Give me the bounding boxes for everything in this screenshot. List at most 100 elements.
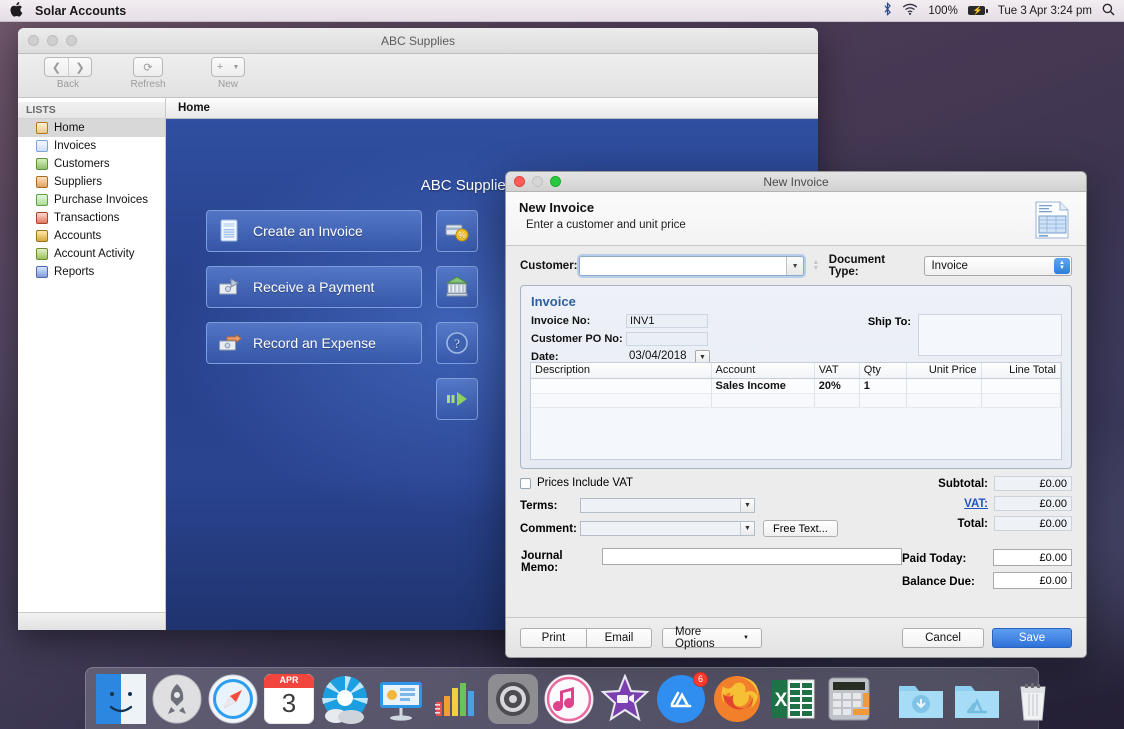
stepper-icon[interactable]: ▲ ▼ (810, 259, 822, 272)
checkbox-box[interactable] (520, 477, 531, 489)
finder-icon[interactable] (96, 673, 146, 724)
chevron-right-icon[interactable]: ❯ (68, 58, 91, 76)
balance-due-value: £0.00 (993, 572, 1072, 589)
imovie-icon[interactable] (600, 672, 650, 724)
print-button[interactable]: Print (520, 627, 586, 648)
apple-menu-icon[interactable] (0, 2, 35, 19)
tile-help[interactable]: ? (436, 322, 478, 364)
select-stepper-icon[interactable]: ▲ ▼ (1054, 258, 1070, 274)
cell-empty[interactable] (906, 393, 982, 408)
app-store-icon[interactable]: 6 (656, 671, 708, 724)
calculator-icon[interactable] (824, 674, 874, 724)
free-text-button[interactable]: Free Text... (763, 520, 838, 537)
launchpad-icon[interactable] (152, 674, 202, 724)
firefox-icon[interactable] (712, 674, 762, 724)
downloads-folder-icon[interactable] (896, 674, 946, 724)
cell-description[interactable] (531, 378, 712, 394)
journal-memo-field[interactable] (602, 548, 902, 565)
numbers-icon[interactable] (432, 674, 482, 724)
refresh-icon[interactable]: ⟳ (134, 58, 162, 76)
cell-empty[interactable] (711, 393, 815, 408)
photos-icon[interactable] (320, 674, 370, 724)
column-header-line-total[interactable]: Line Total (981, 363, 1062, 379)
tile-discount[interactable]: % (436, 210, 478, 252)
table-row[interactable]: Sales Income 20% 1 (531, 378, 1062, 394)
cell-qty[interactable]: 1 (859, 378, 908, 394)
sidebar-item-customers[interactable]: Customers (18, 155, 165, 173)
invoice-no-field[interactable]: INV1 (626, 314, 708, 328)
app-window-titlebar[interactable]: ABC Supplies (18, 28, 818, 54)
sidebar-item-reports[interactable]: Reports (18, 263, 165, 281)
cell-line-total[interactable] (981, 378, 1062, 394)
column-header-vat[interactable]: VAT (814, 363, 860, 379)
tab-home[interactable]: Home (166, 98, 222, 119)
tile-create-invoice[interactable]: Create an Invoice (206, 210, 422, 252)
sidebar-item-transactions[interactable]: Transactions (18, 209, 165, 227)
column-header-qty[interactable]: Qty (859, 363, 908, 379)
invoice-line-table[interactable]: Description Account VAT Qty Unit Price L… (530, 362, 1062, 460)
terms-select[interactable]: ▼ (580, 498, 755, 513)
comment-select[interactable]: ▼ (580, 521, 755, 536)
chevron-left-icon[interactable]: ❮ (45, 58, 68, 76)
toolbar-refresh-button[interactable]: ⟳ Refresh (120, 57, 176, 90)
tile-record-expense[interactable]: Record an Expense (206, 322, 422, 364)
safari-icon[interactable] (208, 674, 258, 724)
toolbar-new-button[interactable]: + ▼ New (200, 57, 256, 90)
sidebar-item-accounts[interactable]: Accounts (18, 227, 165, 245)
column-header-account[interactable]: Account (711, 363, 815, 379)
plus-icon[interactable]: + (212, 58, 228, 76)
applications-folder-icon[interactable] (952, 674, 1002, 724)
chevron-down-icon[interactable]: ▼ (786, 257, 803, 275)
chevron-down-icon[interactable]: ▼ (228, 58, 244, 76)
document-type-select[interactable]: Invoice ▲ ▼ (924, 256, 1072, 276)
keynote-icon[interactable] (376, 674, 426, 724)
tile-next[interactable] (436, 378, 478, 420)
cell-empty[interactable] (981, 393, 1062, 408)
sidebar-item-account-activity[interactable]: Account Activity (18, 245, 165, 263)
sidebar-item-purchase-invoices[interactable]: Purchase Invoices (18, 191, 165, 209)
wifi-icon[interactable] (902, 3, 918, 18)
tile-bank[interactable] (436, 266, 478, 308)
chevron-down-icon[interactable]: ▼ (740, 522, 754, 535)
ship-to-field[interactable] (918, 314, 1062, 356)
dialog-titlebar[interactable]: New Invoice (506, 172, 1086, 192)
cell-empty[interactable] (814, 393, 860, 408)
column-header-unit-price[interactable]: Unit Price (906, 363, 982, 379)
new-invoice-dialog[interactable]: New Invoice New Invoice Enter a customer… (505, 171, 1087, 658)
chevron-down-icon[interactable]: ▼ (740, 499, 754, 512)
customer-po-field[interactable] (626, 332, 708, 346)
cell-vat[interactable]: 20% (814, 378, 860, 394)
excel-icon[interactable]: X (768, 674, 818, 724)
customer-input[interactable] (579, 257, 787, 275)
toolbar-back-forward[interactable]: ❮ ❯ Back (40, 57, 96, 90)
calendar-icon[interactable]: APR 3 (263, 673, 315, 724)
email-button[interactable]: Email (586, 627, 652, 648)
cell-empty[interactable] (859, 393, 908, 408)
spotlight-search-icon[interactable] (1102, 3, 1115, 19)
more-options-button[interactable]: More Options ▼ (662, 626, 762, 650)
tile-receive-payment[interactable]: Receive a Payment (206, 266, 422, 308)
vat-link[interactable]: VAT: (964, 498, 988, 510)
invoice-document-icon (218, 219, 242, 243)
trash-icon[interactable] (1008, 674, 1058, 724)
paid-today-value[interactable]: £0.00 (993, 549, 1072, 566)
cell-unit-price[interactable] (906, 378, 982, 394)
itunes-icon[interactable] (544, 674, 594, 724)
tab-bar: Home (166, 98, 818, 119)
cell-account[interactable]: Sales Income (711, 378, 815, 394)
customer-combobox[interactable]: ▼ (578, 256, 804, 276)
sidebar-footer (18, 612, 166, 630)
save-button[interactable]: Save (992, 627, 1072, 648)
system-preferences-icon[interactable] (488, 673, 538, 724)
prices-include-vat-checkbox[interactable]: Prices Include VAT (520, 475, 902, 491)
table-row[interactable] (531, 393, 1062, 408)
sidebar-item-suppliers[interactable]: Suppliers (18, 173, 165, 191)
column-header-description[interactable]: Description (531, 363, 712, 379)
cancel-button[interactable]: Cancel (902, 627, 984, 648)
sidebar-item-invoices[interactable]: Invoices (18, 137, 165, 155)
battery-icon[interactable]: ⚡ (967, 6, 988, 15)
cell-empty[interactable] (531, 393, 712, 408)
sidebar-item-home[interactable]: Home (18, 119, 165, 137)
menubar-clock[interactable]: Tue 3 Apr 3:24 pm (998, 5, 1092, 17)
bluetooth-icon[interactable] (883, 2, 892, 19)
